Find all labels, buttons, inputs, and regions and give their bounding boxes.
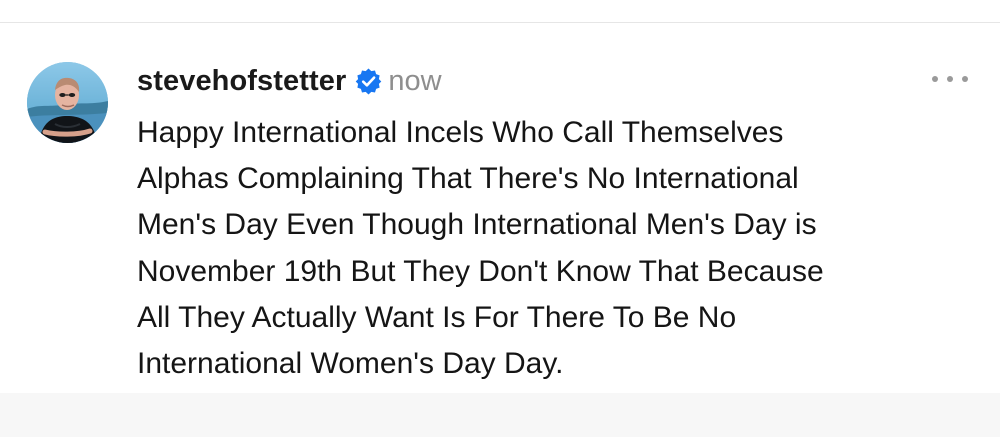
top-divider (0, 0, 1000, 23)
more-options-icon[interactable] (932, 70, 968, 88)
post-body-line: November 19th But They Don't Know That B… (137, 254, 824, 288)
post-body-line: Alphas Complaining That There's No Inter… (137, 162, 799, 196)
avatar-image (27, 62, 108, 143)
bottom-background (0, 393, 1000, 437)
screenshot-page: stevehofstetter now Happy International … (0, 0, 1000, 437)
post-body-line: International Women's Day Day. (137, 347, 564, 381)
more-dot-icon (962, 76, 968, 82)
verified-badge-icon (354, 67, 383, 96)
username[interactable]: stevehofstetter (137, 65, 346, 98)
more-dot-icon (932, 76, 938, 82)
more-dot-icon (947, 76, 953, 82)
post-body-line: All They Actually Want Is For There To B… (137, 300, 737, 334)
timestamp: now (388, 64, 442, 97)
post-body-line: Men's Day Even Though International Men'… (137, 208, 817, 242)
post-card: stevehofstetter now Happy International … (0, 23, 1000, 393)
post-body: Happy International Incels Who Call Them… (137, 110, 947, 387)
post-body-line: Happy International Incels Who Call Them… (137, 116, 784, 149)
avatar[interactable] (27, 62, 108, 143)
post-header: stevehofstetter now (137, 61, 442, 101)
